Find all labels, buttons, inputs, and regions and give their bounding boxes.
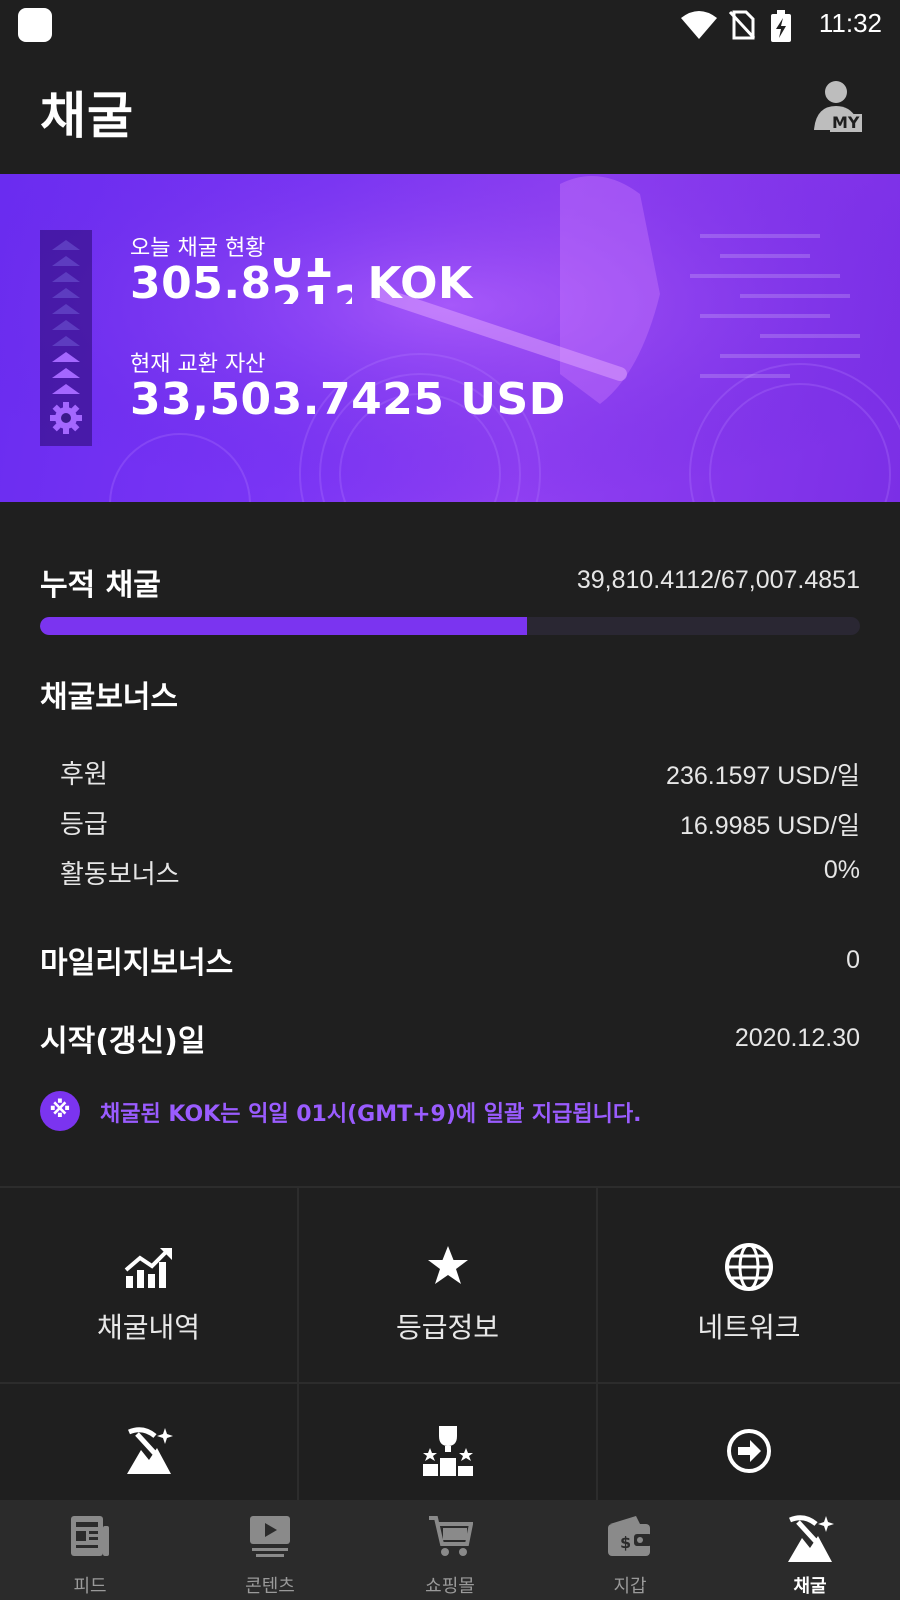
status-bar: 11:32: [0, 0, 900, 50]
bonus-label-sponsor: 후원: [60, 760, 108, 790]
menu-label: 네트워크: [697, 1311, 801, 1344]
trophy-podium-icon: [422, 1426, 473, 1476]
cumulative-mining-label: 누적 채굴: [40, 568, 161, 603]
notice-text: 채굴된 KOK는 익일 01시(GMT+9)에 일괄 지급됩니다.: [100, 1102, 642, 1127]
rolling-digits-bottom: 212: [271, 277, 352, 305]
app-header: 채굴 MY: [0, 50, 900, 174]
svg-text:$: $: [620, 1533, 631, 1552]
my-profile-button[interactable]: MY: [812, 80, 864, 136]
menu-mining[interactable]: [0, 1384, 299, 1502]
mileage-bonus-value: 0: [846, 946, 860, 974]
star-icon: [427, 1246, 468, 1284]
nav-mining[interactable]: 채굴: [720, 1500, 900, 1600]
level-step-icon: [52, 240, 80, 250]
nav-label: 채굴: [793, 1576, 827, 1597]
level-step-icon: [52, 320, 80, 330]
mileage-bonus-label: 마일리지보너스: [40, 946, 234, 981]
today-mining-value: 305.8 01 212 KOK: [130, 258, 473, 309]
today-mining-unit: KOK: [367, 258, 473, 309]
nav-label: 쇼핑몰: [425, 1576, 475, 1597]
gear-icon: [50, 402, 82, 434]
globe-icon: [725, 1243, 773, 1291]
menu-mining-history[interactable]: 채굴내역: [0, 1188, 299, 1384]
mining-level-meter: [40, 230, 92, 446]
wallet-icon: $: [608, 1516, 652, 1556]
level-step-icon: [52, 368, 80, 378]
mining-bonus-title: 채굴보너스: [40, 680, 178, 715]
nav-label: 지갑: [613, 1576, 647, 1597]
level-step-icon: [52, 352, 80, 362]
nav-label: 콘텐츠: [245, 1576, 295, 1597]
video-icon: [250, 1516, 290, 1557]
start-date-value: 2020.12.30: [734, 1024, 860, 1052]
cart-icon: [429, 1516, 473, 1556]
bonus-label-activity: 활동보너스: [60, 860, 180, 890]
notice-icon: ※: [40, 1091, 80, 1131]
rolling-digits: 01 212: [272, 258, 352, 304]
bottom-nav: 피드 콘텐츠 쇼핑몰 $ 지갑 채굴: [0, 1500, 900, 1600]
bonus-value-sponsor: 236.1597 USD/일: [666, 762, 860, 790]
nav-shop[interactable]: 쇼핑몰: [360, 1500, 540, 1600]
mining-icon: [126, 1427, 173, 1474]
level-step-icon: [52, 288, 80, 298]
today-mining-amount: 305.8: [130, 258, 272, 309]
level-step-icon: [52, 256, 80, 266]
bonus-value-activity: 0%: [823, 856, 860, 884]
battery-charging-icon: [771, 10, 791, 42]
app-notification-icon: [18, 8, 52, 42]
level-step-icon: [52, 272, 80, 282]
cumulative-progress-fill: [40, 617, 528, 635]
menu-more[interactable]: [598, 1384, 900, 1502]
cumulative-progress-bar: [40, 617, 860, 635]
arrow-circle-icon: [727, 1429, 771, 1473]
menu-network[interactable]: 네트워크: [598, 1188, 900, 1384]
menu-label: 등급정보: [395, 1311, 500, 1344]
menu-grid: 채굴내역 등급정보 네트워크: [0, 1186, 900, 1502]
mining-status-banner: 오늘 채굴 현황 305.8 01 212 KOK 현재 교환 자산 33,503.…: [0, 174, 900, 502]
clock: 11:32: [818, 8, 882, 38]
menu-ranking[interactable]: [299, 1384, 598, 1502]
my-label: MY: [830, 113, 862, 132]
asset-value: 33,503.7425 USD: [130, 374, 566, 425]
start-date-label: 시작(갱신)일: [40, 1024, 206, 1059]
no-sim-icon: [728, 10, 756, 40]
page-title: 채굴: [40, 87, 134, 145]
level-step-icon: [52, 336, 80, 346]
mining-icon: [788, 1515, 834, 1562]
newspaper-icon: [71, 1516, 109, 1556]
bonus-label-grade: 등급: [60, 810, 108, 840]
bonus-value-grade: 16.9985 USD/일: [679, 812, 860, 840]
nav-feed[interactable]: 피드: [0, 1500, 180, 1600]
menu-grade-info[interactable]: 등급정보: [299, 1188, 598, 1384]
nav-wallet[interactable]: $ 지갑: [540, 1500, 720, 1600]
menu-label: 채굴내역: [96, 1311, 201, 1344]
chart-growth-icon: [124, 1248, 172, 1288]
level-step-icon: [52, 304, 80, 314]
cumulative-mining-value: 39,810.4112/67,007.4851: [576, 566, 860, 594]
nav-contents[interactable]: 콘텐츠: [180, 1500, 360, 1600]
nav-label: 피드: [73, 1576, 107, 1597]
wifi-icon: [681, 11, 717, 39]
banner-background-art: [0, 174, 900, 502]
level-step-icon: [52, 384, 80, 394]
